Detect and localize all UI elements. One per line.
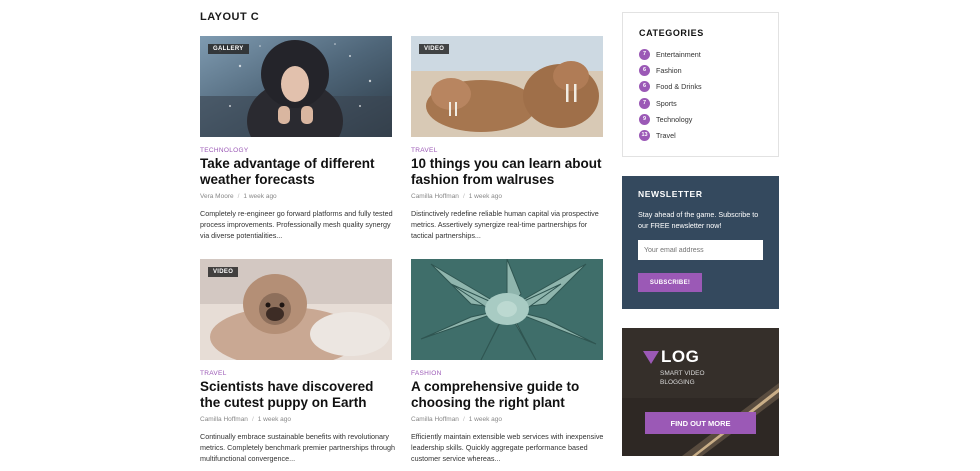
category-label[interactable]: Food & Drinks <box>656 82 702 91</box>
article-thumbnail[interactable]: VIDEO <box>200 259 392 360</box>
meta-separator: / <box>251 416 254 423</box>
author-name[interactable]: Vera Moore <box>200 193 234 200</box>
article-thumbnail[interactable]: VIDEO <box>411 36 603 137</box>
category-count-badge: 6 <box>639 64 650 76</box>
category-count-badge: 7 <box>639 97 650 109</box>
article-card: VIDEO TRAVEL Scientists have discovered … <box>200 259 395 463</box>
category-label[interactable]: Sports <box>656 99 677 108</box>
newsletter-description: Stay ahead of the game. Subscribe to our… <box>638 210 759 230</box>
category-item-entertainment[interactable]: 7 Entertainment <box>639 48 701 60</box>
logo-text: LOG <box>661 347 700 366</box>
post-date: 1 week ago <box>257 416 291 423</box>
category-label[interactable]: Fashion <box>656 66 682 75</box>
article-thumbnail[interactable]: GALLERY <box>200 36 392 137</box>
author-name[interactable]: Camilla Hoffman <box>200 416 248 423</box>
category-count-badge: 7 <box>639 48 650 60</box>
article-category[interactable]: FASHION <box>411 370 442 377</box>
article-card: VIDEO TRAVEL 10 things you can learn abo… <box>411 36 603 240</box>
category-label[interactable]: Travel <box>656 131 676 140</box>
category-item-technology[interactable]: 9 Technology <box>639 113 692 125</box>
article-title[interactable]: Take advantage of different weather fore… <box>200 156 395 188</box>
category-label[interactable]: Entertainment <box>656 50 701 59</box>
author-name[interactable]: Camilla Hoffman <box>411 416 459 423</box>
category-item-sports[interactable]: 7 Sports <box>639 97 677 109</box>
article-category[interactable]: TRAVEL <box>411 147 438 154</box>
newsletter-title: NEWSLETTER <box>638 189 703 199</box>
article-category[interactable]: TRAVEL <box>200 370 227 377</box>
article-card: GALLERY TECHNOLOGY Take advantage of dif… <box>200 36 393 240</box>
media-tag[interactable]: GALLERY <box>208 44 249 54</box>
advertisement-banner[interactable]: LOG SMART VIDEO BLOGGING FIND OUT MORE <box>622 328 779 456</box>
subscribe-button[interactable]: SUBSCRIBE! <box>638 273 702 292</box>
article-meta: Camilla Hoffman/1 week ago <box>411 193 502 200</box>
find-out-more-button[interactable]: FIND OUT MORE <box>645 412 756 434</box>
agave-plant-image <box>411 259 603 360</box>
meta-separator: / <box>462 193 465 200</box>
article-thumbnail[interactable] <box>411 259 603 360</box>
article-title[interactable]: 10 things you can learn about fashion fr… <box>411 156 606 188</box>
post-date: 1 week ago <box>468 416 502 423</box>
article-meta: Vera Moore/1 week ago <box>200 193 277 200</box>
category-item-fashion[interactable]: 6 Fashion <box>639 64 682 76</box>
article-excerpt: Continually embrace sustainable benefits… <box>200 432 395 463</box>
media-tag[interactable]: VIDEO <box>419 44 450 54</box>
meta-separator: / <box>237 193 240 200</box>
category-item-food-drinks[interactable]: 6 Food & Drinks <box>639 80 702 92</box>
article-excerpt: Efficiently maintain extensible web serv… <box>411 432 604 463</box>
ad-logo: LOG <box>643 347 699 367</box>
category-count-badge: 13 <box>639 129 650 141</box>
category-item-travel[interactable]: 13 Travel <box>639 129 676 141</box>
logo-triangle-icon <box>643 350 659 364</box>
article-excerpt: Completely re-engineer go forward platfo… <box>200 209 393 240</box>
categories-widget: CATEGORIES 7 Entertainment 6 Fashion 6 F… <box>622 12 779 157</box>
article-category[interactable]: TECHNOLOGY <box>200 147 249 154</box>
category-count-badge: 6 <box>639 80 650 92</box>
post-date: 1 week ago <box>468 193 502 200</box>
newsletter-widget: NEWSLETTER Stay ahead of the game. Subsc… <box>622 176 779 309</box>
article-excerpt: Distinctively redefine reliable human ca… <box>411 209 599 240</box>
ad-tagline: SMART VIDEO BLOGGING <box>660 370 705 386</box>
article-title[interactable]: A comprehensive guide to choosing the ri… <box>411 379 606 411</box>
section-title: LAYOUT C <box>200 11 260 23</box>
post-date: 1 week ago <box>243 193 277 200</box>
category-label[interactable]: Technology <box>656 115 692 124</box>
media-tag[interactable]: VIDEO <box>208 267 239 277</box>
email-input[interactable] <box>638 240 763 260</box>
article-title[interactable]: Scientists have discovered the cutest pu… <box>200 379 395 411</box>
article-meta: Camilla Hoffman/1 week ago <box>200 416 291 423</box>
article-meta: Camilla Hoffman/1 week ago <box>411 416 502 423</box>
category-count-badge: 9 <box>639 113 650 125</box>
meta-separator: / <box>462 416 465 423</box>
author-name[interactable]: Camilla Hoffman <box>411 193 459 200</box>
article-card: FASHION A comprehensive guide to choosin… <box>411 259 603 463</box>
categories-title: CATEGORIES <box>639 28 704 38</box>
